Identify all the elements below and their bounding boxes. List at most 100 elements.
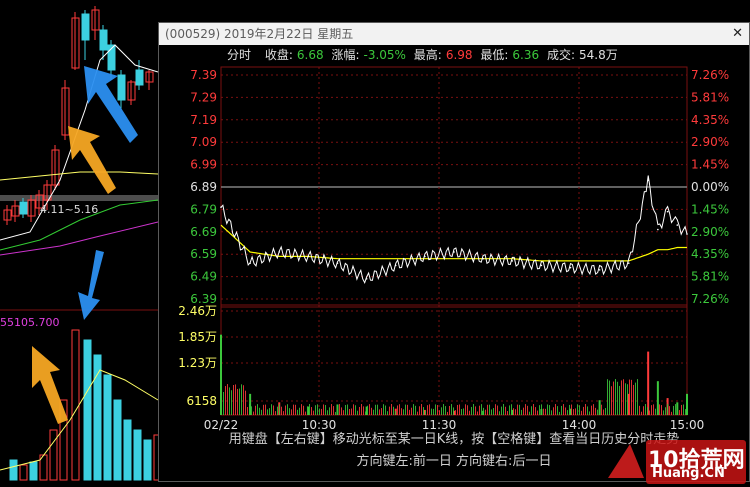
price-point bbox=[676, 224, 679, 226]
avg-price-line bbox=[220, 224, 687, 262]
volume-bar bbox=[359, 406, 360, 415]
volume-bar bbox=[253, 411, 254, 415]
volume-bar bbox=[637, 379, 638, 415]
volume-bar bbox=[523, 407, 524, 415]
volume-bar bbox=[529, 411, 530, 415]
price-tick-label: 7.09 bbox=[190, 135, 217, 149]
volume-bar bbox=[557, 406, 558, 415]
price-tick-label: 6.49 bbox=[190, 270, 217, 284]
orange-arrow-icon bbox=[32, 346, 68, 424]
volume-bar bbox=[571, 404, 572, 415]
volume-bar bbox=[291, 409, 292, 415]
volume-bar bbox=[345, 404, 346, 415]
volume-bar bbox=[307, 406, 308, 415]
volume-bar bbox=[220, 334, 222, 415]
volume-bar bbox=[573, 409, 574, 415]
volume-bar bbox=[677, 407, 678, 415]
volume-bar bbox=[491, 409, 492, 415]
volume-bar bbox=[619, 385, 620, 415]
bg-volume-bar bbox=[29, 461, 38, 481]
volume-bar bbox=[517, 404, 518, 415]
volume-bar bbox=[607, 379, 608, 415]
volume-bar bbox=[311, 407, 312, 415]
volume-bar bbox=[615, 379, 616, 415]
volume-bar bbox=[609, 380, 610, 415]
volume-bar bbox=[455, 410, 456, 415]
volume-bar bbox=[295, 404, 296, 415]
bg-candle bbox=[19, 201, 28, 215]
blue-arrow-icon bbox=[84, 66, 138, 143]
price-point bbox=[511, 260, 514, 262]
volume-bar bbox=[501, 406, 502, 415]
volume-bar bbox=[247, 407, 248, 415]
volume-bar bbox=[257, 404, 258, 415]
volume-bar bbox=[405, 404, 406, 415]
volume-bar bbox=[373, 409, 374, 415]
volume-bar bbox=[533, 404, 534, 415]
volume-bar bbox=[487, 404, 488, 415]
price-point bbox=[220, 206, 222, 208]
price-point bbox=[627, 262, 630, 264]
volume-bar bbox=[401, 408, 402, 415]
volume-tick-label: 2.46万 bbox=[178, 304, 217, 318]
volume-bar bbox=[459, 404, 460, 415]
intraday-chart[interactable]: 7.39 7.26% 7.29 5.81% 7.19 4.35% 7.09 2.90% 6.99… bbox=[159, 23, 749, 481]
volume-bar bbox=[655, 408, 656, 415]
volume-bar bbox=[335, 411, 336, 415]
volume-bar bbox=[583, 406, 584, 415]
pct-tick-label: 2.90% bbox=[691, 225, 729, 239]
pct-tick-label: 5.81% bbox=[691, 270, 729, 284]
pct-tick-label: 1.45% bbox=[691, 202, 729, 216]
volume-bar bbox=[225, 386, 226, 415]
volume-bar bbox=[625, 383, 626, 415]
background-ma-label: 4.11~5.16 bbox=[40, 203, 99, 216]
volume-bar bbox=[443, 404, 444, 415]
volume-bar bbox=[251, 406, 252, 415]
volume-bar bbox=[665, 407, 666, 415]
volume-bar bbox=[317, 404, 318, 415]
volume-bar bbox=[279, 404, 280, 415]
price-tick-label: 6.99 bbox=[190, 158, 217, 172]
volume-bar bbox=[549, 405, 550, 415]
price-tick-label: 6.59 bbox=[190, 247, 217, 261]
volume-bar bbox=[657, 408, 658, 415]
volume-bar bbox=[575, 408, 576, 415]
price-point bbox=[394, 264, 397, 267]
volume-bar bbox=[581, 410, 582, 415]
volume-bar bbox=[643, 406, 644, 415]
volume-bar bbox=[303, 405, 304, 415]
volume-bar bbox=[403, 409, 404, 415]
volume-bar bbox=[563, 404, 564, 415]
volume-bar bbox=[539, 405, 540, 415]
volume-bar bbox=[309, 404, 310, 415]
volume-bar bbox=[249, 404, 250, 415]
volume-bar bbox=[551, 410, 552, 415]
volume-bar bbox=[593, 404, 594, 415]
volume-bar bbox=[245, 390, 246, 415]
volume-bar bbox=[415, 405, 416, 415]
pct-tick-label: 4.35% bbox=[691, 113, 729, 127]
volume-bar bbox=[561, 405, 562, 415]
volume-bar bbox=[385, 405, 386, 415]
volume-bar bbox=[681, 404, 682, 415]
volume-bar bbox=[343, 410, 344, 415]
volume-tick-label: 1.23万 bbox=[178, 356, 217, 370]
volume-bar bbox=[329, 407, 330, 415]
volume-bar bbox=[603, 409, 604, 415]
price-point bbox=[482, 257, 484, 260]
volume-bar bbox=[605, 408, 606, 415]
volume-bar bbox=[613, 381, 614, 415]
volume-bar bbox=[289, 408, 290, 415]
volume-bar bbox=[349, 408, 350, 415]
volume-bar bbox=[686, 393, 688, 415]
price-point bbox=[453, 251, 455, 253]
volume-bar bbox=[475, 406, 476, 415]
price-point bbox=[307, 255, 310, 258]
volume-bar bbox=[411, 407, 412, 415]
pct-tick-label: 2.90% bbox=[691, 135, 729, 149]
volume-bar bbox=[527, 405, 528, 415]
bg-volume-bar bbox=[49, 429, 58, 481]
volume-bar bbox=[569, 404, 570, 415]
volume-bar bbox=[267, 409, 268, 415]
price-point bbox=[666, 210, 669, 213]
